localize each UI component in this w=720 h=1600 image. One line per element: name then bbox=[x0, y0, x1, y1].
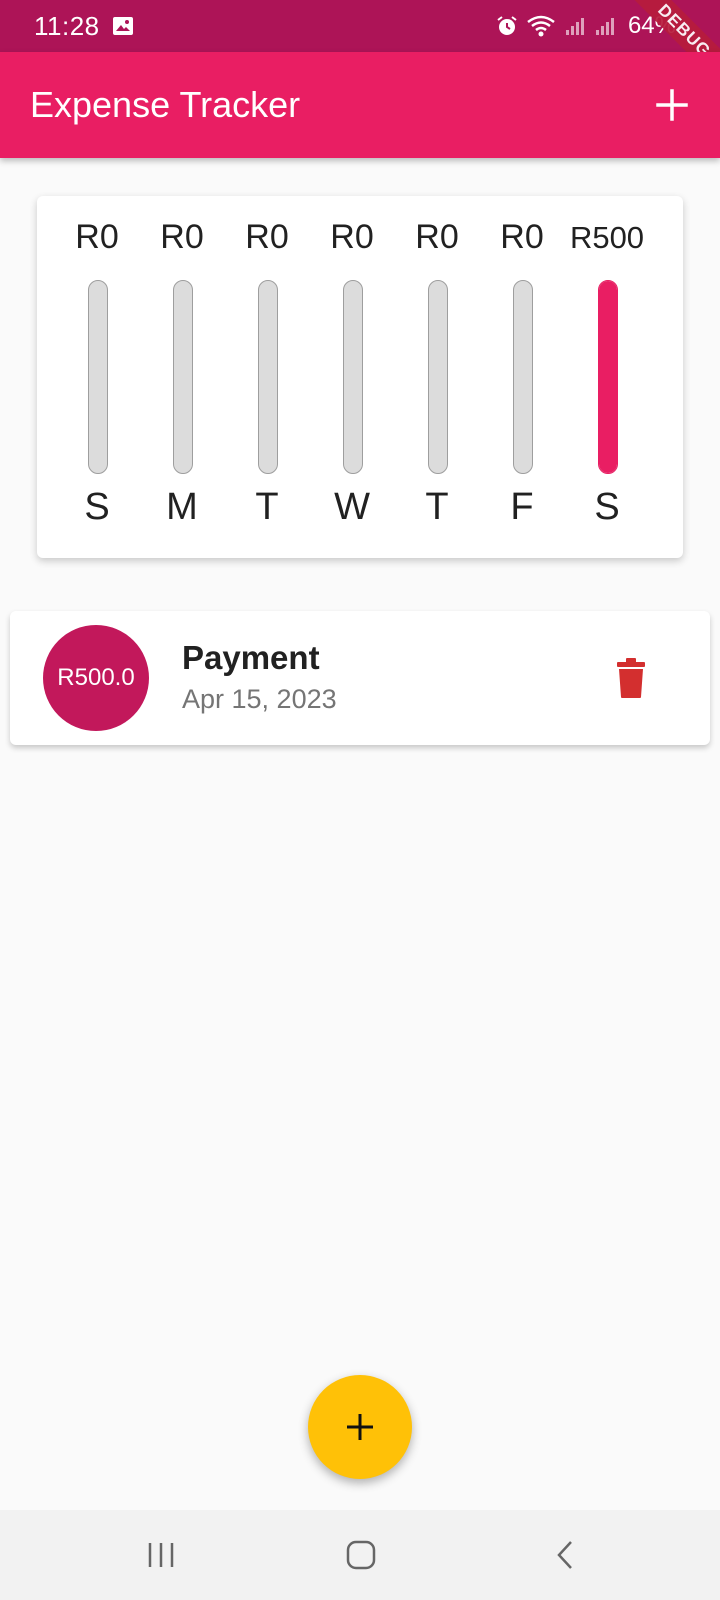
chart-bar-track bbox=[428, 280, 448, 474]
chart-day-label: W bbox=[334, 486, 370, 528]
chart-bar-fill bbox=[599, 281, 617, 473]
chart-day-column: R0 T bbox=[394, 196, 480, 558]
transaction-title: Payment bbox=[182, 639, 320, 676]
chart-day-label: M bbox=[166, 486, 198, 528]
chart-day-column: R0 T bbox=[224, 196, 310, 558]
trash-icon[interactable] bbox=[612, 657, 650, 699]
plus-icon[interactable] bbox=[652, 85, 692, 125]
chart-day-amount: R0 bbox=[160, 218, 204, 256]
chart-day-label: F bbox=[510, 486, 534, 528]
chart-bar-track bbox=[173, 280, 193, 474]
chart-day-amount: R0 bbox=[415, 218, 459, 256]
alarm-icon bbox=[497, 16, 517, 35]
transaction-amount-avatar: R500.0 bbox=[43, 625, 149, 731]
chart-bar-track bbox=[258, 280, 278, 474]
add-expense-fab[interactable] bbox=[308, 1375, 412, 1479]
chart-bar-track bbox=[343, 280, 363, 474]
home-icon bbox=[346, 1540, 376, 1570]
system-nav-bar bbox=[0, 1510, 720, 1600]
chart-day-label: T bbox=[425, 486, 449, 528]
chart-day-column: R0 M bbox=[139, 196, 225, 558]
chart-day-amount: R0 bbox=[330, 218, 374, 256]
chart-bar-track bbox=[598, 280, 618, 474]
chart-day-column: R500 S bbox=[564, 196, 650, 558]
chart-day-amount: R0 bbox=[245, 218, 289, 256]
status-bar: 11:28 64% DEBUG bbox=[0, 0, 720, 97]
home-button[interactable] bbox=[336, 1532, 386, 1578]
app-bar: Expense Tracker bbox=[0, 52, 720, 158]
gallery-notification-icon bbox=[112, 17, 133, 35]
app-title: Expense Tracker bbox=[30, 84, 301, 125]
plus-icon bbox=[347, 1414, 373, 1440]
chart-day-amount: R500 bbox=[569, 220, 645, 255]
chart-day-label: T bbox=[255, 486, 279, 528]
chart-day-column: R0 W bbox=[309, 196, 395, 558]
recent-apps-button[interactable] bbox=[136, 1532, 186, 1578]
wifi-icon bbox=[527, 15, 555, 37]
chart-bar-track bbox=[513, 280, 533, 474]
chart-day-amount: R0 bbox=[75, 218, 119, 256]
chart-bar-track bbox=[88, 280, 108, 474]
recent-apps-icon bbox=[148, 1543, 174, 1567]
transaction-date: Apr 15, 2023 bbox=[182, 684, 337, 714]
signal-icon bbox=[565, 18, 584, 35]
back-icon bbox=[557, 1541, 572, 1569]
weekly-chart-card: R0 S R0 M R0 T R0 W R0 T R0 F R500 S bbox=[37, 196, 683, 558]
chart-day-amount: R0 bbox=[500, 218, 544, 256]
signal-icon-2 bbox=[595, 18, 614, 35]
chart-day-column: R0 F bbox=[479, 196, 565, 558]
transaction-amount: R500.0 bbox=[57, 664, 135, 691]
chart-day-label: S bbox=[594, 486, 620, 528]
chart-day-label: S bbox=[84, 486, 110, 528]
status-time: 11:28 bbox=[34, 10, 100, 41]
back-button[interactable] bbox=[540, 1532, 590, 1578]
transaction-card: R500.0 Payment Apr 15, 2023 bbox=[10, 611, 710, 745]
chart-day-column: R0 S bbox=[54, 196, 140, 558]
